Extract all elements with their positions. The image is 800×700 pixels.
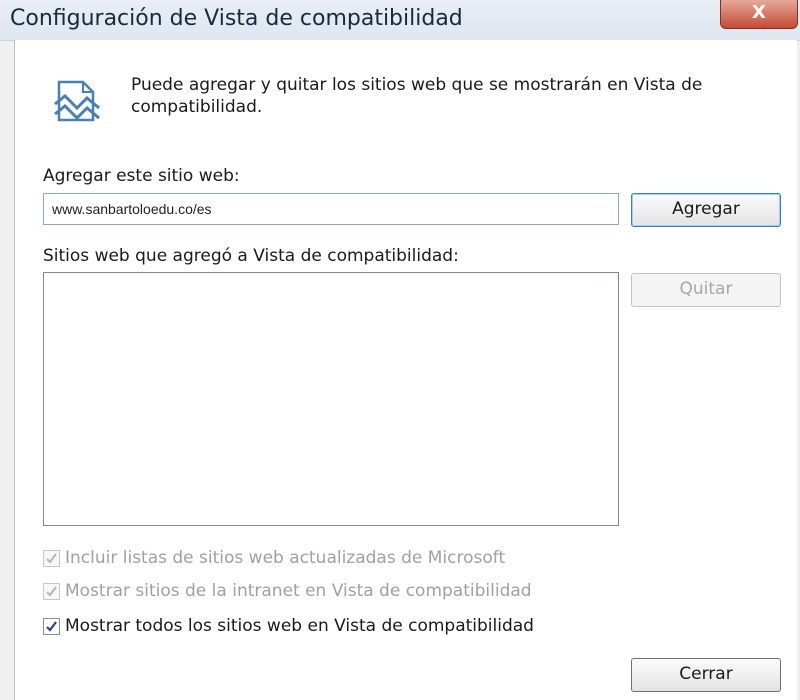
close-button[interactable]: Cerrar [631,658,781,692]
add-site-input[interactable]: www.sanbartoloedu.co/es [43,193,619,225]
window-title: Configuración de Vista de compatibilidad [10,6,463,31]
add-site-label: Agregar este sitio web: [43,166,240,186]
compatibility-view-icon [53,76,103,126]
sites-list-label: Sitios web que agregó a Vista de compati… [43,246,459,266]
option-label: Mostrar todos los sitios web en Vista de… [65,616,534,636]
remove-button[interactable]: Quitar [631,273,781,307]
info-text: Puede agregar y quitar los sitios web qu… [131,75,703,117]
title-bar: Configuración de Vista de compatibilidad… [0,0,800,41]
checkbox-intranet-sites[interactable] [43,583,60,600]
checkbox-include-microsoft-lists[interactable] [43,550,60,567]
compatibility-view-dialog: Configuración de Vista de compatibilidad… [0,0,800,700]
add-button[interactable]: Agregar [631,193,781,227]
close-icon: X [752,2,766,23]
checkbox-all-sites[interactable] [43,618,60,635]
dialog-content: Puede agregar y quitar los sitios web qu… [14,40,797,700]
option-label: Mostrar sitios de la intranet en Vista d… [65,581,532,601]
close-window-button[interactable]: X [720,0,798,29]
option-label: Incluir listas de sitios web actualizada… [65,548,506,568]
sites-listbox[interactable] [43,272,619,526]
